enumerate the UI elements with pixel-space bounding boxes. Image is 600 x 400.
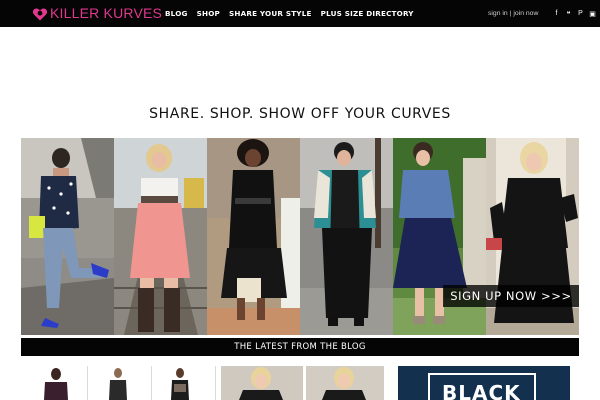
auth-separator: | — [509, 10, 512, 17]
twitter-icon[interactable]: ❝ — [565, 10, 572, 18]
nav-item-shop[interactable]: SHOP — [197, 9, 220, 18]
social-links: f ❝ P ▣ — [553, 0, 600, 27]
black-promo-text: BLACK — [442, 381, 521, 400]
blog-thumb-3[interactable] — [167, 366, 193, 400]
pinterest-icon[interactable]: P — [577, 10, 584, 17]
nav-item-share-your-style[interactable]: SHARE YOUR STYLE — [229, 9, 312, 18]
blog-thumb-4[interactable] — [221, 366, 303, 400]
blog-thumbnails: BLACK — [21, 366, 579, 400]
top-nav-bar: KILLER KURVES BLOG SHOP SHARE YOUR STYLE… — [0, 0, 600, 27]
hero-photo-1 — [21, 138, 114, 335]
facebook-icon[interactable]: f — [553, 10, 560, 17]
nav-item-plus-size-directory[interactable]: PLUS SIZE DIRECTORY — [321, 9, 414, 18]
hero-photo-2 — [114, 138, 207, 335]
blog-thumb-2[interactable] — [105, 366, 131, 400]
auth-links: sign in | join now — [488, 0, 538, 27]
site-logo-text: KILLER KURVES — [50, 5, 163, 21]
thumb-divider — [87, 366, 88, 400]
nav-item-blog[interactable]: BLOG — [165, 9, 188, 18]
join-now-link[interactable]: join now — [513, 10, 538, 17]
hero-photo-3 — [207, 138, 300, 335]
heart-logo-icon — [32, 7, 48, 20]
sign-up-now-button[interactable]: SIGN UP NOW >>> — [443, 285, 579, 307]
thumb-divider — [151, 366, 152, 400]
blog-thumb-1[interactable] — [41, 366, 71, 400]
thumb-divider — [215, 366, 216, 400]
main-nav: BLOG SHOP SHARE YOUR STYLE PLUS SIZE DIR… — [165, 0, 423, 27]
black-promo-card[interactable]: BLACK — [398, 366, 570, 400]
blog-section-header: THE LATEST FROM THE BLOG — [21, 338, 579, 356]
sign-in-link[interactable]: sign in — [488, 10, 508, 17]
hero-headline: SHARE. SHOP. SHOW OFF YOUR CURVES — [149, 106, 451, 122]
instagram-icon[interactable]: ▣ — [589, 10, 596, 18]
site-logo[interactable]: KILLER KURVES — [32, 5, 162, 22]
hero-photo-4 — [300, 138, 393, 335]
blog-thumb-5[interactable] — [306, 366, 384, 400]
